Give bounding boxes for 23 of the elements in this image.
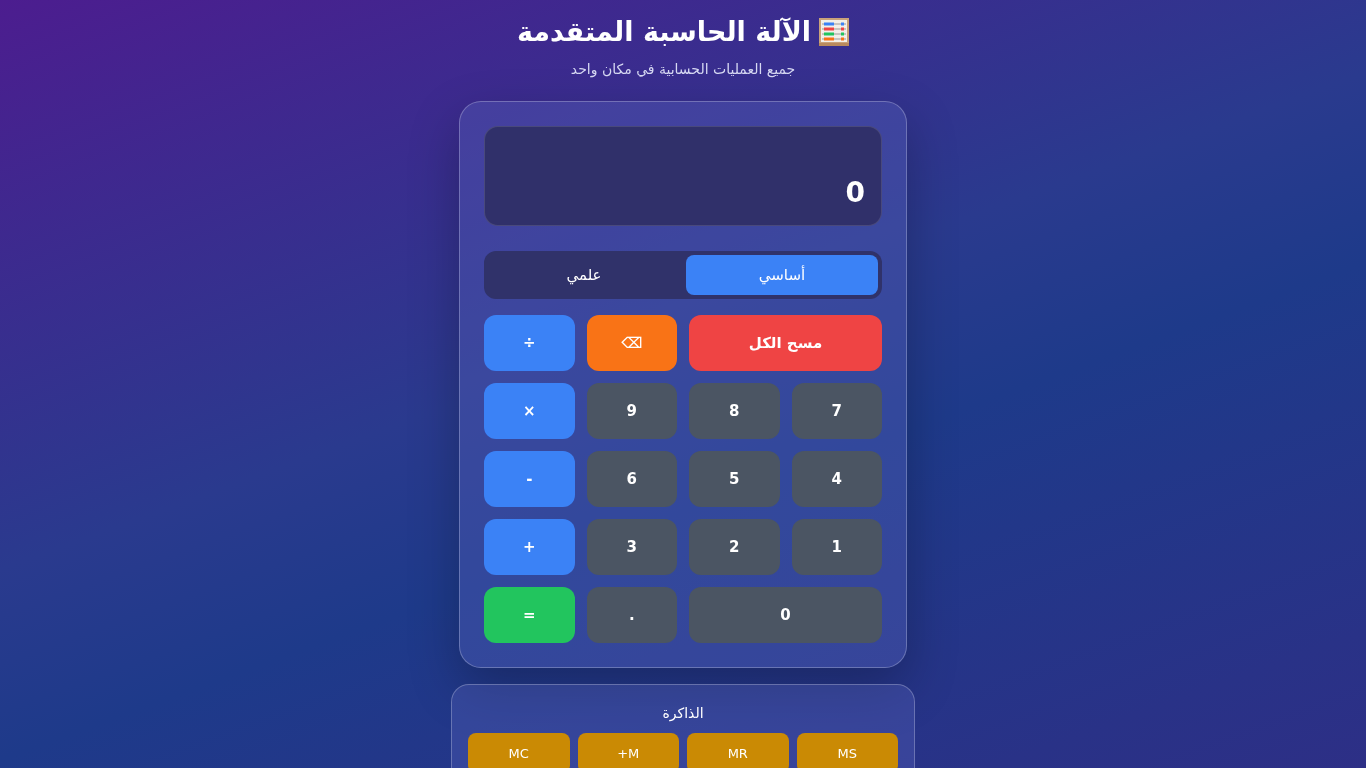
digit-button[interactable]: 6	[586, 451, 677, 507]
operator-button[interactable]: -	[484, 451, 575, 507]
app-title: الآلة الحاسبة المتقدمة	[516, 16, 812, 47]
operator-button[interactable]: ×	[484, 383, 575, 439]
digit-button[interactable]: 3	[586, 519, 677, 575]
digit-button[interactable]: 4	[791, 451, 882, 507]
digit-button[interactable]: 1	[791, 519, 882, 575]
mode-tab[interactable]: علمي	[488, 255, 680, 295]
digit-button[interactable]: 8	[689, 383, 780, 439]
clear-all-button[interactable]: مسح الكل	[689, 315, 882, 371]
operator-button[interactable]: ÷	[484, 315, 575, 371]
digit-button[interactable]: 0	[689, 587, 882, 643]
mode-tab[interactable]: أساسي	[686, 255, 878, 295]
memory-title: الذاكرة	[661, 705, 705, 721]
operator-button[interactable]: +	[484, 519, 575, 575]
digit-button[interactable]: 2	[689, 519, 780, 575]
digit-button[interactable]: .	[586, 587, 677, 643]
digit-button[interactable]: 9	[586, 383, 677, 439]
abacus-icon	[819, 17, 850, 46]
app-subtitle: جميع العمليات الحسابية في مكان واحد	[570, 61, 796, 77]
display-value: 0	[845, 176, 865, 209]
digit-button[interactable]: 7	[791, 383, 882, 439]
digit-button[interactable]: 5	[689, 451, 780, 507]
